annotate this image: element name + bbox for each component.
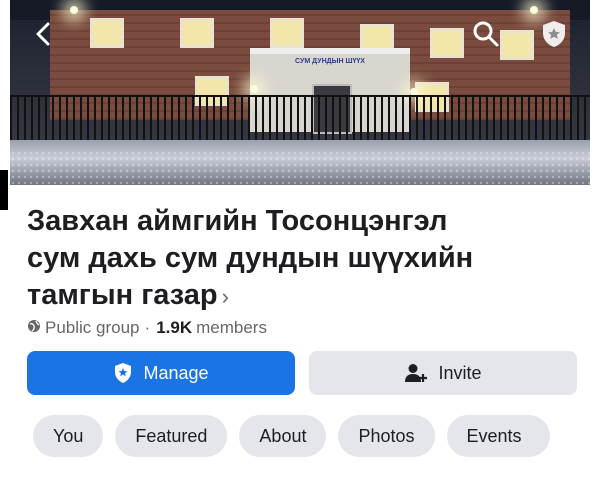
- lamp-light: [250, 85, 258, 93]
- group-title[interactable]: Завхан аймгийн Тосонцэнгэл сум дахь сум …: [27, 203, 587, 315]
- building-window: [500, 30, 534, 60]
- tab-you[interactable]: You: [33, 415, 104, 457]
- cover-sign: СУМ ДУНДЫН ШҮҮХ: [295, 58, 365, 65]
- lamp-light: [70, 6, 78, 14]
- group-title-line-2: сум дахь сум дундын шүүхийн: [27, 242, 474, 274]
- meta-separator: ·: [144, 318, 151, 337]
- add-person-icon: [405, 364, 428, 382]
- tab-photos[interactable]: Photos: [338, 415, 435, 457]
- cover-photo[interactable]: СУМ ДУНДЫН ШҮҮХ: [10, 0, 590, 185]
- search-icon[interactable]: [470, 18, 502, 50]
- group-meta: Public group · 1.9K members: [27, 318, 267, 338]
- building-window: [180, 18, 214, 48]
- group-tabs: You Featured About Photos Events: [33, 415, 562, 457]
- globe-icon: [27, 318, 41, 338]
- privacy-label: Public group: [45, 318, 140, 337]
- manage-button[interactable]: Manage: [27, 351, 295, 395]
- shield-star-icon: [115, 363, 132, 383]
- group-title-line-1: Завхан аймгийн Тосонцэнгэл: [27, 205, 448, 237]
- left-edge-strip: [0, 170, 8, 210]
- tab-featured[interactable]: Featured: [115, 415, 228, 457]
- invite-label: Invite: [438, 362, 482, 383]
- member-count: 1.9K: [156, 318, 193, 337]
- back-icon[interactable]: [28, 18, 60, 50]
- cover-ground: [10, 150, 590, 185]
- building-window: [430, 28, 464, 58]
- tab-events[interactable]: Events: [446, 415, 550, 457]
- manage-label: Manage: [143, 362, 209, 383]
- shield-star-icon[interactable]: [538, 18, 570, 50]
- group-title-line-3: тамгын газар: [27, 279, 218, 311]
- members-label: members: [196, 318, 267, 337]
- chevron-right-icon: ›: [221, 284, 229, 309]
- tab-about[interactable]: About: [239, 415, 327, 457]
- lamp-light: [530, 6, 538, 14]
- cover-fence: [10, 95, 590, 145]
- building-window: [270, 18, 304, 48]
- building-window: [90, 18, 124, 48]
- invite-button[interactable]: Invite: [309, 351, 577, 395]
